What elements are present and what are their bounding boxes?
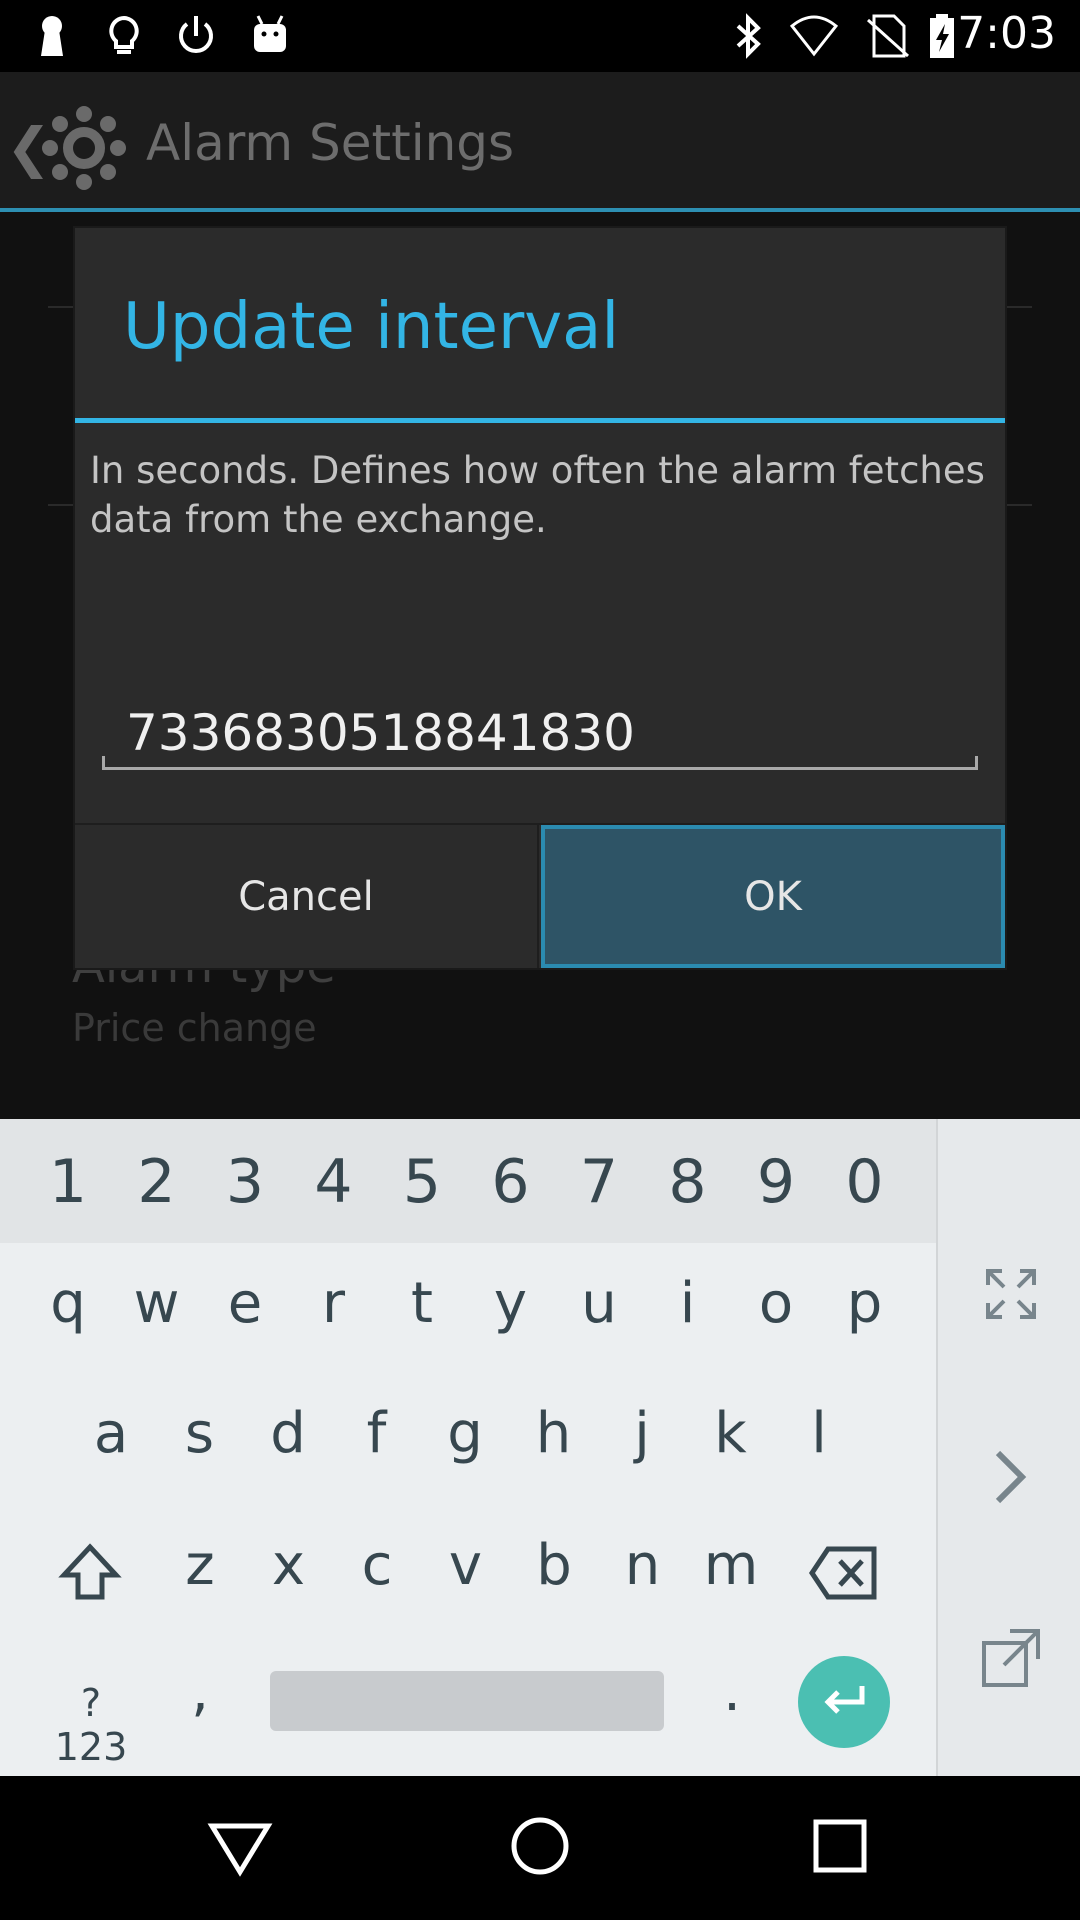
dialog-title-divider <box>75 418 1005 423</box>
ok-button[interactable]: OK <box>541 825 1005 968</box>
field-edge <box>975 756 978 770</box>
cancel-button[interactable]: Cancel <box>75 825 539 968</box>
key-g[interactable]: g <box>421 1401 509 1466</box>
interval-field[interactable] <box>102 698 978 770</box>
key-4[interactable]: 4 <box>290 1147 378 1217</box>
enter-arrow-icon <box>824 1686 865 1714</box>
space-key[interactable] <box>270 1671 664 1731</box>
no-sim-icon <box>866 14 910 58</box>
key-l[interactable]: l <box>775 1401 863 1466</box>
key-p[interactable]: p <box>821 1271 909 1336</box>
status-bar: 7:03 <box>0 0 1080 72</box>
comma-key[interactable]: , <box>156 1659 244 1724</box>
recents-square-icon[interactable] <box>800 1806 880 1886</box>
key-1[interactable]: 1 <box>24 1147 112 1217</box>
key-9[interactable]: 9 <box>732 1147 820 1217</box>
page-title: Alarm Settings <box>146 114 515 172</box>
period-key[interactable]: . <box>688 1659 776 1724</box>
key-5[interactable]: 5 <box>378 1147 466 1217</box>
key-h[interactable]: h <box>510 1401 598 1466</box>
keyboard-side-panel <box>936 1119 1080 1776</box>
cancel-label: Cancel <box>238 873 374 920</box>
chevron-right-icon[interactable] <box>988 1449 1032 1505</box>
navigation-bar <box>0 1776 1080 1920</box>
android-icon <box>254 15 286 52</box>
soft-keyboard: 1234567890 qwertyuiop asdfghjkl zxcvbnm ?1… <box>0 1119 1080 1776</box>
update-interval-dialog: Update interval In seconds. Defines how … <box>75 228 1005 968</box>
key-r[interactable]: r <box>290 1271 378 1336</box>
key-6[interactable]: 6 <box>467 1147 555 1217</box>
wifi-off-icon <box>790 15 838 57</box>
key-t[interactable]: t <box>378 1271 466 1336</box>
key-d[interactable]: d <box>244 1401 332 1466</box>
dialog-title: Update interval <box>123 290 620 364</box>
keyhole-icon <box>41 16 63 56</box>
key-n[interactable]: n <box>599 1533 687 1598</box>
key-b[interactable]: b <box>510 1533 598 1598</box>
bluetooth-icon <box>736 13 761 59</box>
key-k[interactable]: k <box>687 1401 775 1466</box>
key-x[interactable]: x <box>245 1533 333 1598</box>
key-c[interactable]: c <box>333 1533 421 1598</box>
pref-alarm-type-summary: Price change <box>72 1006 317 1050</box>
key-y[interactable]: y <box>467 1271 555 1336</box>
app-bar: ❮ Alarm Settings <box>0 72 1080 212</box>
key-2[interactable]: 2 <box>113 1147 201 1217</box>
key-f[interactable]: f <box>333 1401 421 1466</box>
clock: 7:03 <box>957 8 1056 59</box>
key-8[interactable]: 8 <box>644 1147 732 1217</box>
key-m[interactable]: m <box>687 1533 775 1598</box>
field-edge <box>102 756 105 770</box>
shift-icon[interactable] <box>58 1541 122 1605</box>
power-icon <box>179 16 213 53</box>
key-7[interactable]: 7 <box>555 1147 643 1217</box>
key-j[interactable]: j <box>598 1401 686 1466</box>
ok-label: OK <box>744 873 802 920</box>
home-circle-icon[interactable] <box>500 1806 580 1886</box>
key-s[interactable]: s <box>156 1401 244 1466</box>
key-e[interactable]: e <box>201 1271 289 1336</box>
key-o[interactable]: o <box>732 1271 820 1336</box>
key-0[interactable]: 0 <box>821 1147 909 1217</box>
number-row: 1234567890 <box>0 1119 936 1243</box>
interval-input[interactable] <box>102 698 978 767</box>
back-triangle-icon[interactable] <box>200 1806 280 1886</box>
expand-icon[interactable] <box>984 1267 1038 1321</box>
enter-key[interactable] <box>798 1656 890 1748</box>
key-v[interactable]: v <box>422 1533 510 1598</box>
popout-icon[interactable] <box>980 1627 1042 1689</box>
key-3[interactable]: 3 <box>201 1147 289 1217</box>
key-q[interactable]: q <box>24 1271 112 1336</box>
dialog-message: In seconds. Defines how often the alarm … <box>90 449 985 541</box>
key-w[interactable]: w <box>113 1271 201 1336</box>
key-a[interactable]: a <box>67 1401 155 1466</box>
settings-gear-icon[interactable] <box>40 104 128 192</box>
backspace-icon[interactable] <box>808 1543 880 1603</box>
key-i[interactable]: i <box>644 1271 732 1336</box>
key-z[interactable]: z <box>156 1533 244 1598</box>
symbols-key[interactable]: ?123 <box>46 1681 136 1769</box>
key-u[interactable]: u <box>555 1271 643 1336</box>
lightbulb-icon <box>109 15 139 54</box>
